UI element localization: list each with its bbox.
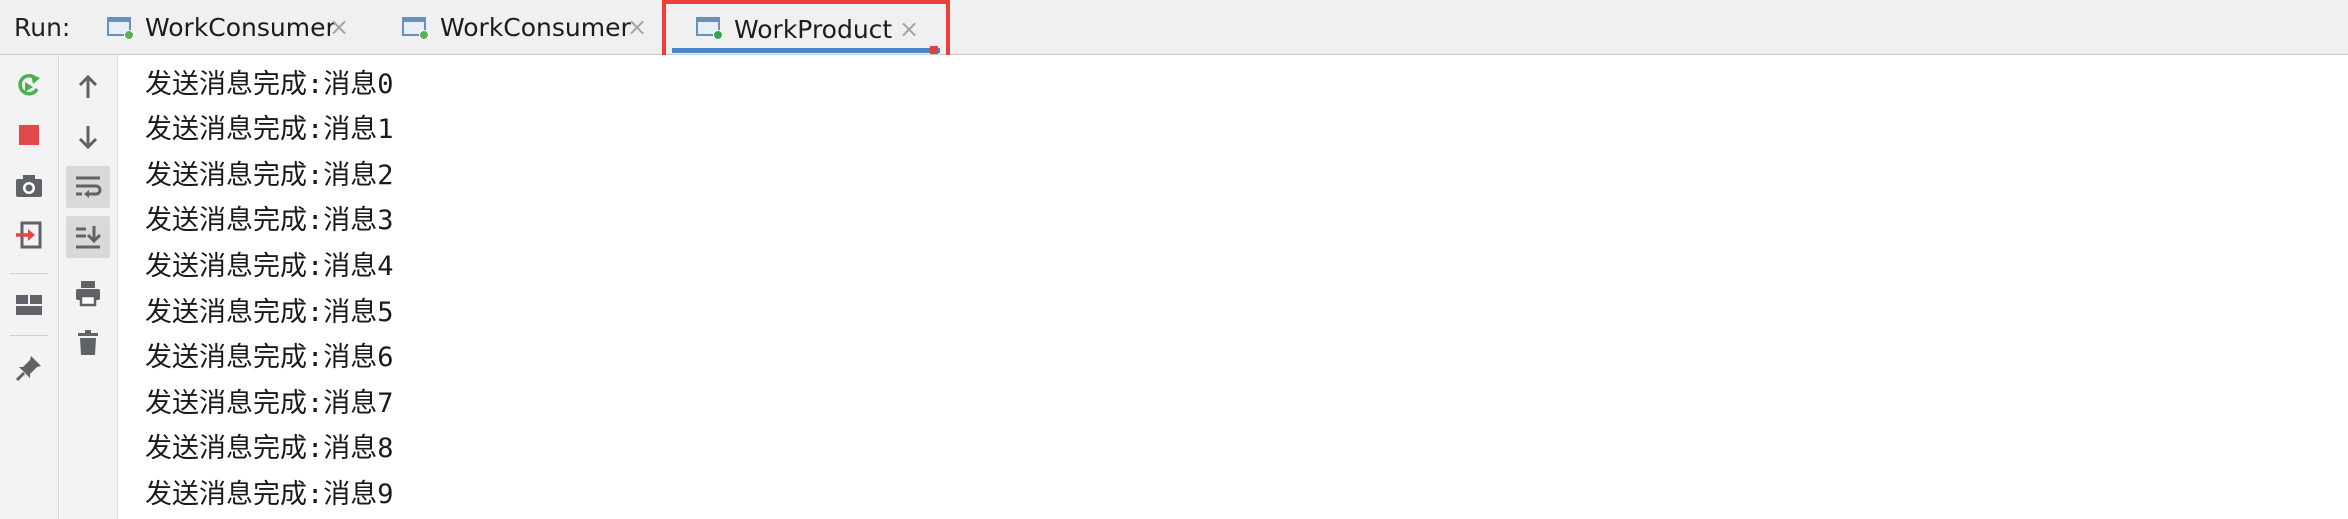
tab-work-consumer-1[interactable]: WorkConsumer × [95, 0, 365, 55]
restore-layout-button[interactable] [9, 215, 49, 255]
console-output[interactable]: 发送消息完成:消息0 发送消息完成:消息1 发送消息完成:消息2 发送消息完成:… [118, 55, 2348, 519]
console-line: 发送消息完成:消息1 [145, 114, 394, 145]
stop-icon [19, 125, 39, 145]
run-label: Run: [14, 13, 71, 42]
console-line: 发送消息完成:消息2 [145, 160, 394, 191]
run-config-icon [402, 16, 430, 40]
tab-label: WorkConsumer [145, 13, 336, 42]
screenshot-camera-icon [16, 175, 42, 197]
active-tab-indicator [672, 48, 940, 53]
layout-icon [16, 295, 42, 315]
pin-tab-button[interactable] [9, 348, 49, 388]
layout-button[interactable] [9, 285, 49, 325]
close-icon[interactable]: × [328, 15, 350, 39]
close-icon[interactable]: × [898, 17, 920, 41]
toolbar-separator [10, 335, 48, 336]
console-line: 发送消息完成:消息9 [145, 479, 394, 510]
run-config-icon [696, 16, 724, 40]
print-button[interactable] [68, 273, 108, 313]
scroll-to-end-button[interactable] [66, 216, 110, 258]
soft-wrap-button[interactable] [66, 166, 110, 208]
toolbar-separator [10, 273, 48, 274]
scroll-up-icon [78, 74, 98, 98]
scroll-to-end-icon [76, 226, 102, 249]
console-line: 发送消息完成:消息0 [145, 69, 394, 100]
scroll-down-button[interactable] [68, 117, 108, 157]
console-line: 发送消息完成:消息5 [145, 297, 394, 328]
restore-layout-icon [16, 221, 42, 249]
clear-all-button[interactable] [68, 323, 108, 363]
close-icon[interactable]: × [626, 15, 648, 39]
soft-wrap-icon [76, 176, 102, 198]
scroll-up-button[interactable] [68, 67, 108, 107]
print-icon [76, 281, 100, 307]
console-line: 发送消息完成:消息8 [145, 433, 394, 464]
pin-icon [15, 356, 41, 382]
stop-button[interactable] [9, 115, 49, 155]
console-line: 发送消息完成:消息4 [145, 251, 394, 282]
tab-label: WorkProduct [734, 15, 893, 44]
dump-threads-button[interactable] [9, 166, 49, 206]
run-actions-toolbar [0, 55, 59, 519]
run-config-icon [107, 16, 135, 40]
scroll-down-icon [78, 126, 98, 150]
rerun-button[interactable] [9, 65, 49, 105]
tab-label: WorkConsumer [440, 13, 631, 42]
run-tab-bar: Run: WorkConsumer × WorkConsumer × WorkP… [0, 0, 2348, 62]
rerun-icon [18, 74, 40, 96]
tab-work-product[interactable]: WorkProduct × [662, 0, 950, 62]
console-line: 发送消息完成:消息7 [145, 388, 394, 419]
running-marker [930, 46, 938, 54]
run-tool-window: Run: WorkConsumer × WorkConsumer × WorkP… [0, 0, 2348, 519]
console-actions-toolbar [60, 55, 118, 519]
tab-work-consumer-2[interactable]: WorkConsumer × [390, 0, 655, 55]
console-line: 发送消息完成:消息3 [145, 205, 394, 236]
console-line: 发送消息完成:消息6 [145, 342, 394, 373]
clear-all-icon [78, 330, 98, 355]
